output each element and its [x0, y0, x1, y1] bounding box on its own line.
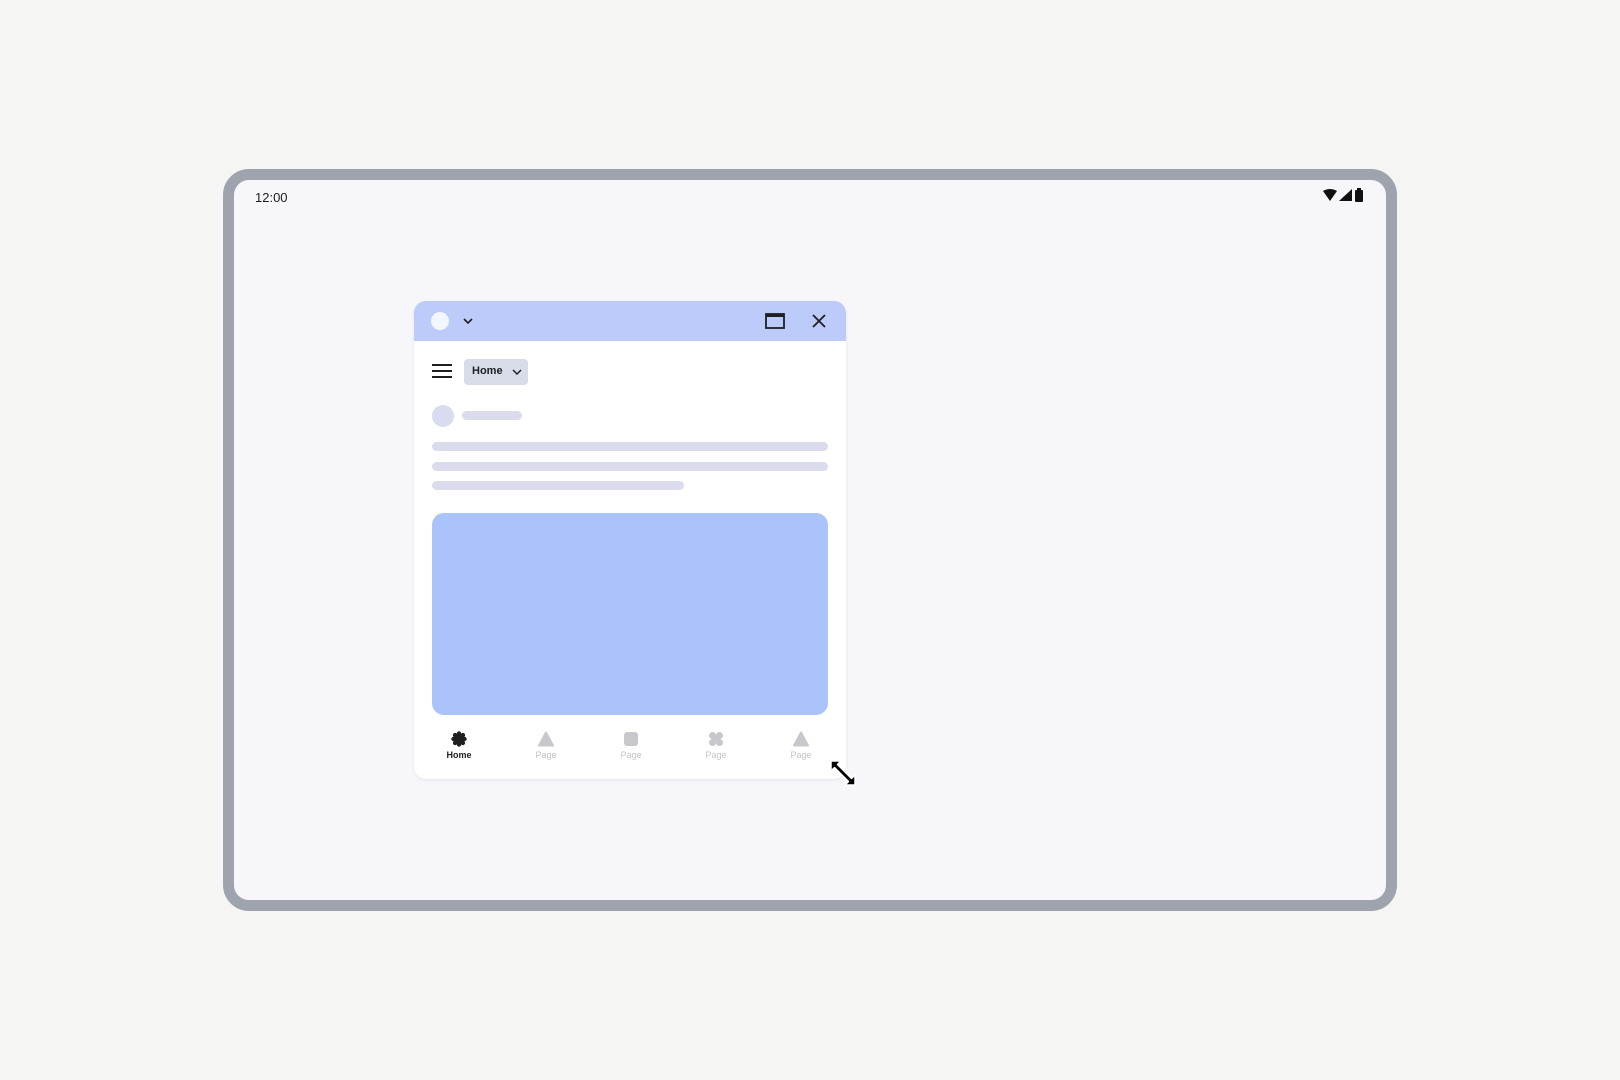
close-icon[interactable] [812, 314, 826, 328]
nav-item-page[interactable]: Page [686, 731, 746, 760]
nav-item-page[interactable]: Page [771, 731, 831, 760]
app-icon[interactable] [431, 312, 449, 330]
nav-label: Page [790, 750, 812, 760]
text-placeholder [462, 411, 522, 420]
chevron-down-icon [512, 369, 522, 376]
tablet-frame: 12:00 Home Home Page Page Page Page [223, 169, 1397, 911]
clover-icon [709, 732, 723, 746]
home-dropdown-label: Home [472, 365, 503, 377]
status-time: 12:00 [255, 190, 288, 205]
nav-label: Page [535, 750, 557, 760]
flower-icon [451, 731, 467, 747]
battery-icon [1355, 188, 1363, 202]
avatar-placeholder [432, 405, 454, 427]
hero-image-placeholder [432, 513, 828, 715]
square-icon [624, 732, 638, 746]
triangle-icon [793, 731, 809, 747]
app-window[interactable]: Home Home Page Page Page Page [414, 301, 846, 779]
nav-label: Page [620, 750, 642, 760]
diagonal-resize-cursor-icon [830, 760, 856, 786]
text-placeholder [432, 481, 684, 490]
home-dropdown[interactable]: Home [464, 359, 528, 385]
maximize-icon[interactable] [765, 313, 785, 329]
nav-item-page[interactable]: Page [601, 731, 661, 760]
status-icons [1323, 188, 1364, 202]
nav-label: Home [446, 750, 472, 760]
nav-item-home[interactable]: Home [429, 731, 489, 760]
nav-item-page[interactable]: Page [516, 731, 576, 760]
window-titlebar[interactable] [414, 301, 846, 341]
text-placeholder [432, 462, 828, 471]
text-placeholder [432, 442, 828, 451]
wifi-icon [1323, 189, 1337, 201]
menu-icon[interactable] [432, 364, 452, 378]
cellular-signal-icon [1339, 189, 1352, 201]
triangle-icon [538, 731, 554, 747]
bottom-navigation: Home Page Page Page Page [414, 731, 846, 779]
chevron-down-icon[interactable] [462, 315, 474, 327]
nav-label: Page [705, 750, 727, 760]
